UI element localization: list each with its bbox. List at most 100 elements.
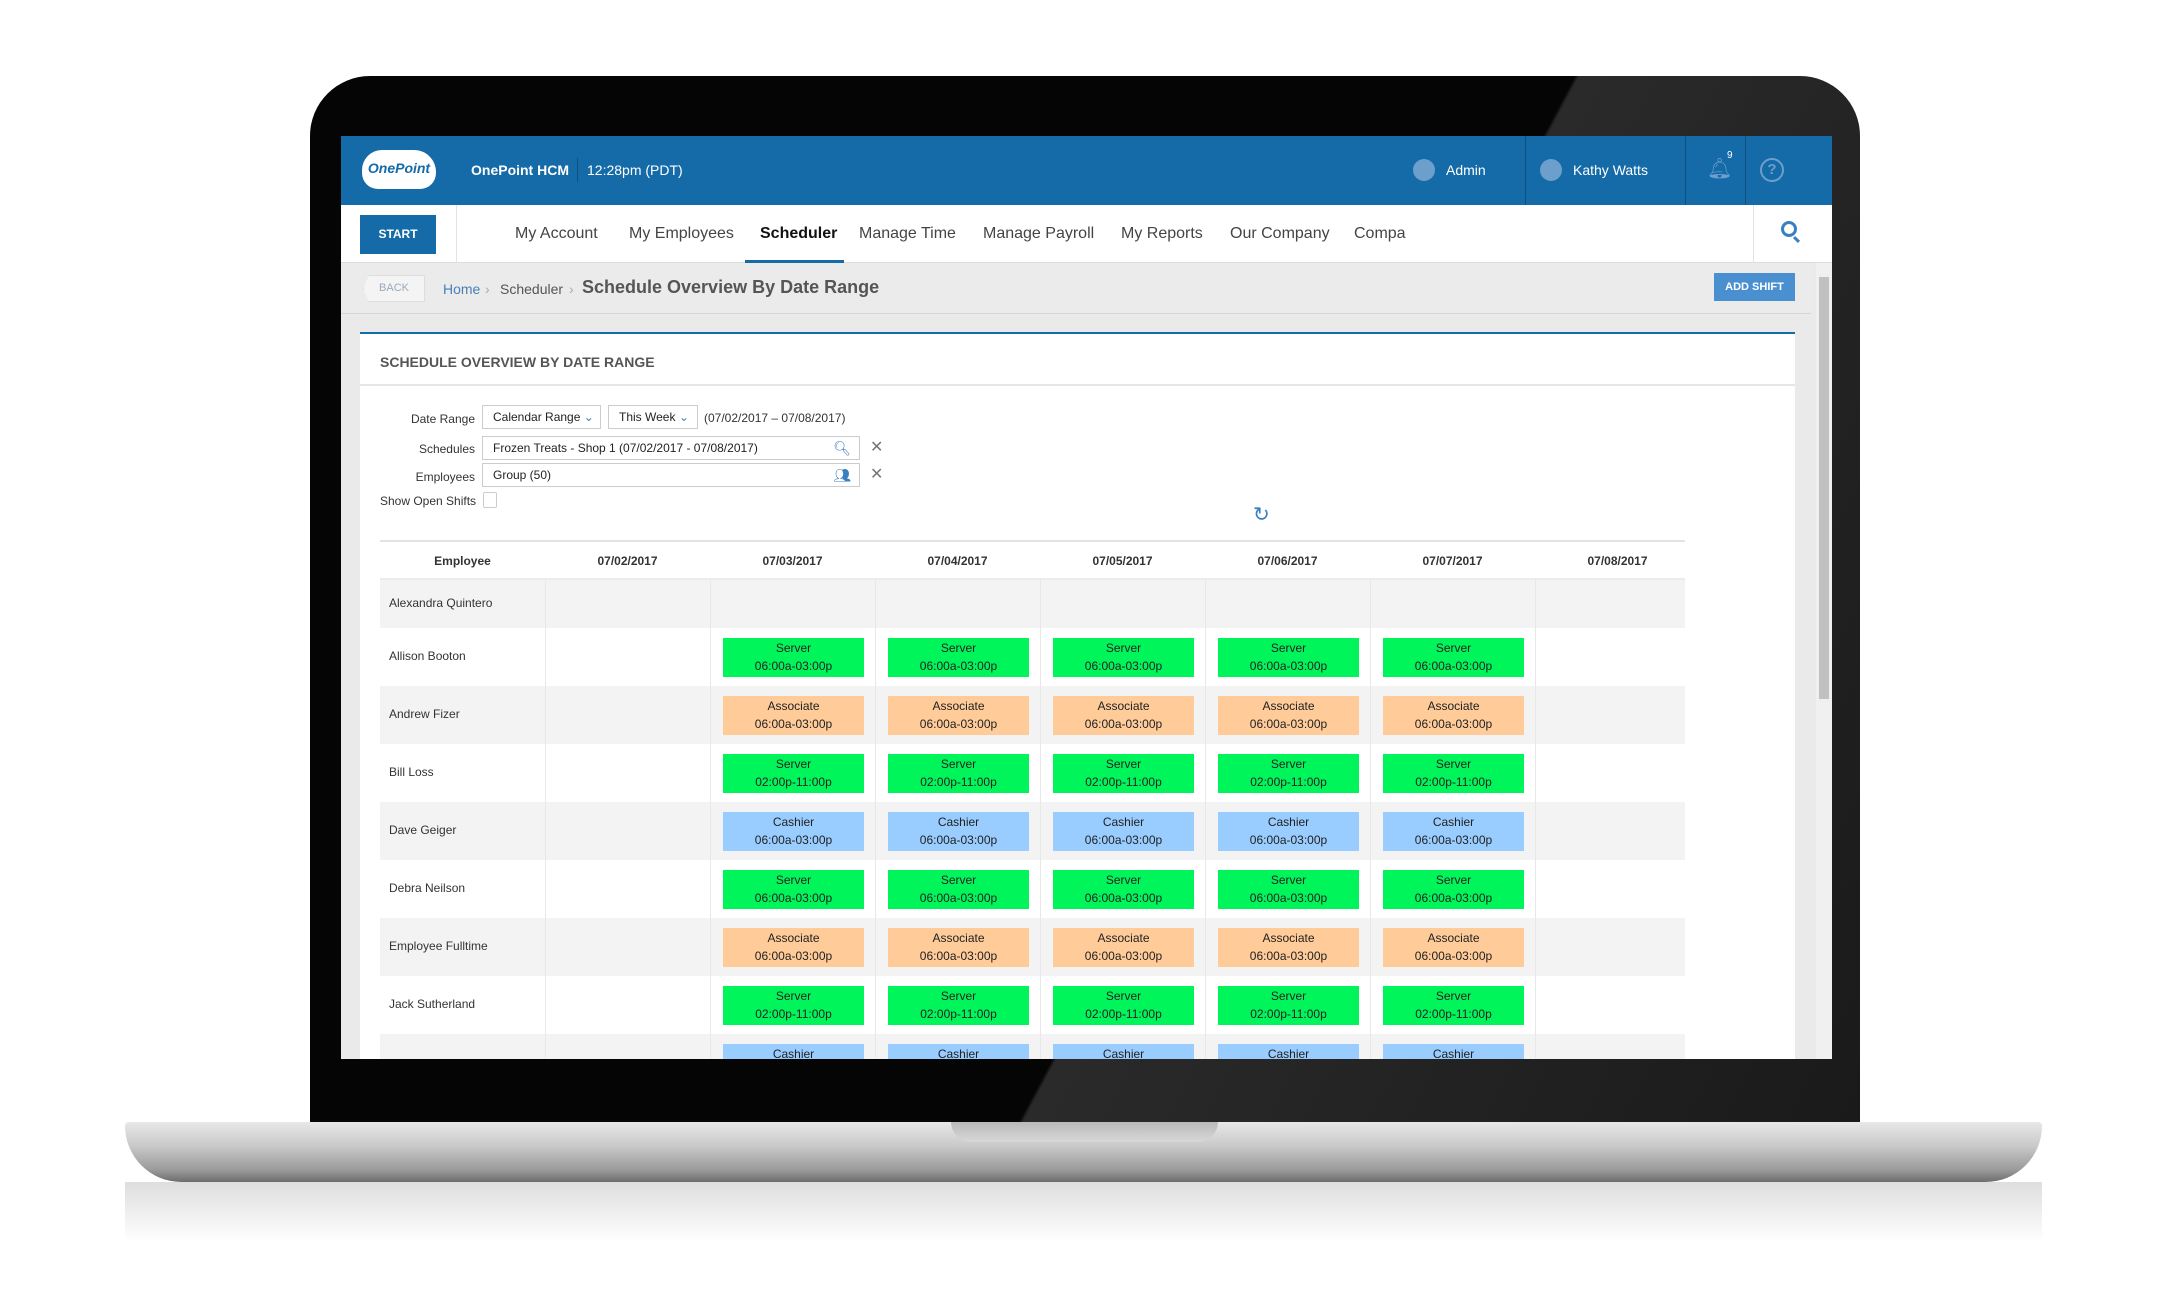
range-type-select[interactable]: Calendar Range ⌄ xyxy=(482,405,601,429)
schedule-cell[interactable]: Associate 06:00a-03:00p xyxy=(1370,918,1535,976)
shift-block[interactable]: Associate 06:00a-03:00p xyxy=(1383,695,1524,735)
shift-block[interactable]: Cashier 06:00a-03:00p xyxy=(723,811,864,851)
scrollbar-thumb[interactable] xyxy=(1819,277,1829,699)
shift-block[interactable]: Associate 06:00a-03:00p xyxy=(723,695,864,735)
schedule-cell[interactable]: Cashier xyxy=(1205,1034,1370,1059)
employee-name[interactable]: Employee Fulltime xyxy=(389,939,488,953)
clear-employees-icon[interactable]: ✕ xyxy=(870,464,883,484)
nav-our-company[interactable]: Our Company xyxy=(1230,225,1330,243)
nav-scheduler[interactable]: Scheduler xyxy=(760,225,837,243)
schedule-cell[interactable]: Cashier 06:00a-03:00p xyxy=(710,802,875,860)
shift-block[interactable]: Server 02:00p-11:00p xyxy=(723,753,864,793)
shift-block[interactable]: Cashier 06:00a-03:00p xyxy=(888,811,1029,851)
employees-field[interactable]: Group (50) 👥︎ xyxy=(482,463,860,487)
schedule-cell[interactable]: Cashier 06:00a-03:00p xyxy=(875,802,1040,860)
scrollbar[interactable] xyxy=(1816,263,1832,1059)
clear-schedules-icon[interactable]: ✕ xyxy=(870,437,883,457)
schedule-cell[interactable]: Server 02:00p-11:00p xyxy=(1370,744,1535,802)
schedule-cell[interactable]: Server 02:00p-11:00p xyxy=(1040,976,1205,1034)
schedules-field[interactable]: Frozen Treats - Shop 1 (07/02/2017 - 07/… xyxy=(482,436,860,460)
employee-name[interactable]: Bill Loss xyxy=(389,765,434,779)
schedule-cell[interactable]: Server 06:00a-03:00p xyxy=(1370,628,1535,686)
schedule-cell[interactable]: Server 06:00a-03:00p xyxy=(710,860,875,918)
shift-block[interactable]: Server 02:00p-11:00p xyxy=(888,753,1029,793)
employee-group-icon[interactable]: 👥︎ xyxy=(833,464,851,486)
schedule-cell[interactable] xyxy=(545,1034,710,1059)
breadcrumb-home[interactable]: Home xyxy=(443,281,480,297)
schedule-cell[interactable]: Associate 06:00a-03:00p xyxy=(1040,918,1205,976)
shift-block[interactable]: Server 06:00a-03:00p xyxy=(1218,637,1359,677)
nav-manage-payroll[interactable]: Manage Payroll xyxy=(983,225,1094,243)
schedule-cell[interactable] xyxy=(545,744,710,802)
shift-block[interactable]: Server 06:00a-03:00p xyxy=(1053,637,1194,677)
nav-company-truncated[interactable]: Compa xyxy=(1354,225,1406,243)
nav-my-employees[interactable]: My Employees xyxy=(629,225,734,243)
help-icon[interactable]: ? xyxy=(1760,158,1784,182)
schedule-cell[interactable] xyxy=(545,628,710,686)
shift-block[interactable]: Server 02:00p-11:00p xyxy=(1053,985,1194,1025)
schedule-cell[interactable]: Cashier 06:00a-03:00p xyxy=(1205,802,1370,860)
shift-block[interactable]: Cashier xyxy=(723,1043,864,1059)
shift-block[interactable]: Cashier xyxy=(888,1043,1029,1059)
search-icon[interactable] xyxy=(1781,221,1801,244)
schedule-cell[interactable] xyxy=(545,918,710,976)
shift-block[interactable]: Cashier 06:00a-03:00p xyxy=(1383,811,1524,851)
schedule-cell[interactable] xyxy=(545,976,710,1034)
shift-block[interactable]: Server 06:00a-03:00p xyxy=(1383,637,1524,677)
employee-name[interactable]: Andrew Fizer xyxy=(389,707,460,721)
schedule-cell[interactable]: Server 06:00a-03:00p xyxy=(710,628,875,686)
shift-block[interactable]: Server 06:00a-03:00p xyxy=(1053,869,1194,909)
onepoint-logo[interactable]: OnePoint xyxy=(362,150,436,189)
schedule-cell[interactable] xyxy=(875,580,1040,628)
shift-block[interactable]: Associate 06:00a-03:00p xyxy=(1383,927,1524,967)
schedule-cell[interactable]: Associate 06:00a-03:00p xyxy=(1205,686,1370,744)
schedule-cell[interactable]: Server 02:00p-11:00p xyxy=(710,744,875,802)
schedule-cell[interactable] xyxy=(545,802,710,860)
nav-my-reports[interactable]: My Reports xyxy=(1121,225,1203,243)
shift-block[interactable]: Server 06:00a-03:00p xyxy=(888,869,1029,909)
shift-block[interactable]: Associate 06:00a-03:00p xyxy=(1053,927,1194,967)
shift-block[interactable]: Server 02:00p-11:00p xyxy=(1383,985,1524,1025)
schedule-cell[interactable]: Associate 06:00a-03:00p xyxy=(875,686,1040,744)
employee-name[interactable]: Alexandra Quintero xyxy=(389,596,492,610)
schedule-cell[interactable]: Cashier xyxy=(1370,1034,1535,1059)
breadcrumb-scheduler[interactable]: Scheduler xyxy=(500,281,563,297)
range-period-select[interactable]: This Week ⌄ xyxy=(608,405,698,429)
schedule-cell[interactable]: Cashier 06:00a-03:00p xyxy=(1370,802,1535,860)
shift-block[interactable]: Server 02:00p-11:00p xyxy=(1383,753,1524,793)
refresh-icon[interactable]: ↻ xyxy=(1253,502,1270,527)
schedule-cell[interactable]: Cashier 06:00a-03:00p xyxy=(1040,802,1205,860)
nav-manage-time[interactable]: Manage Time xyxy=(859,225,956,243)
employee-name[interactable]: Jack Sutherland xyxy=(389,997,475,1011)
shift-block[interactable]: Associate 06:00a-03:00p xyxy=(1218,927,1359,967)
nav-my-account[interactable]: My Account xyxy=(515,225,598,243)
schedule-cell[interactable] xyxy=(1535,686,1700,744)
shift-block[interactable]: Associate 06:00a-03:00p xyxy=(888,927,1029,967)
schedule-cell[interactable]: Server 06:00a-03:00p xyxy=(1040,860,1205,918)
schedule-cell[interactable]: Server 02:00p-11:00p xyxy=(710,976,875,1034)
schedule-cell[interactable] xyxy=(1535,580,1700,628)
schedule-cell[interactable] xyxy=(1535,628,1700,686)
schedule-cell[interactable] xyxy=(545,686,710,744)
schedule-cell[interactable] xyxy=(1535,918,1700,976)
schedule-cell[interactable]: Associate 06:00a-03:00p xyxy=(710,918,875,976)
shift-block[interactable]: Associate 06:00a-03:00p xyxy=(888,695,1029,735)
schedule-cell[interactable]: Server 06:00a-03:00p xyxy=(1205,628,1370,686)
user-menu[interactable]: Kathy Watts xyxy=(1573,162,1648,178)
admin-menu[interactable]: Admin xyxy=(1446,162,1486,178)
shift-block[interactable]: Cashier xyxy=(1383,1043,1524,1059)
schedule-cell[interactable]: Server 02:00p-11:00p xyxy=(875,744,1040,802)
schedule-cell[interactable]: Associate 06:00a-03:00p xyxy=(1370,686,1535,744)
schedule-cell[interactable] xyxy=(1535,744,1700,802)
shift-block[interactable]: Cashier xyxy=(1053,1043,1194,1059)
show-open-shifts-checkbox[interactable] xyxy=(483,492,497,508)
shift-block[interactable]: Server 06:00a-03:00p xyxy=(1218,869,1359,909)
schedule-cell[interactable]: Server 06:00a-03:00p xyxy=(1370,860,1535,918)
shift-block[interactable]: Cashier 06:00a-03:00p xyxy=(1053,811,1194,851)
schedule-cell[interactable] xyxy=(1535,802,1700,860)
schedule-cell[interactable]: Associate 06:00a-03:00p xyxy=(710,686,875,744)
schedule-cell[interactable]: Server 02:00p-11:00p xyxy=(875,976,1040,1034)
shift-block[interactable]: Cashier xyxy=(1218,1043,1359,1059)
add-shift-button[interactable]: ADD SHIFT xyxy=(1714,273,1795,301)
schedule-cell[interactable]: Cashier xyxy=(1040,1034,1205,1059)
